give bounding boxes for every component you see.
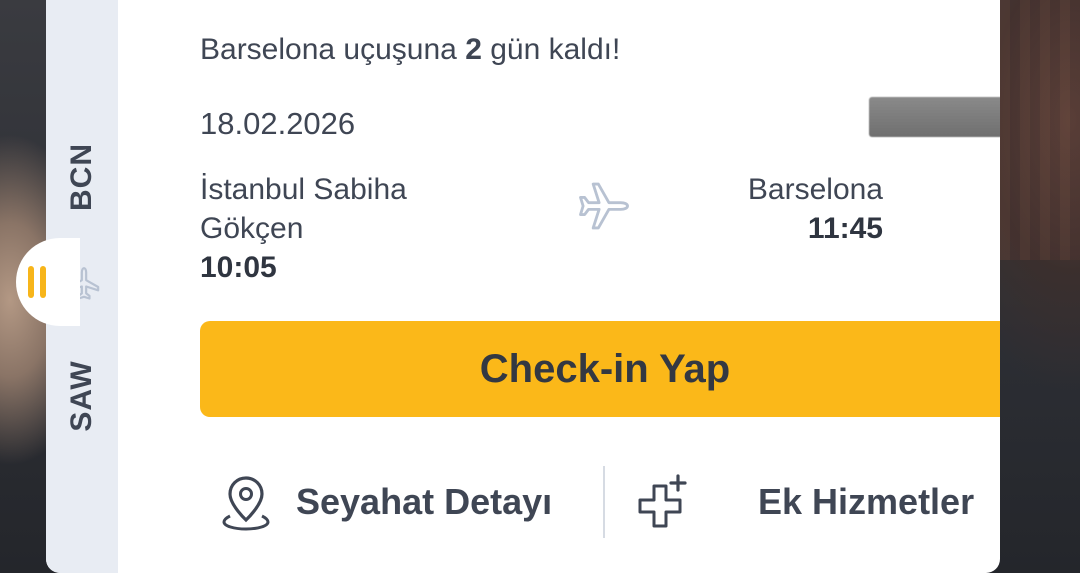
origin-code: SAW <box>65 360 98 432</box>
countdown-suffix: gün kaldı! <box>481 33 621 66</box>
checkin-button[interactable]: Check-in Yap <box>200 321 1000 417</box>
countdown-days: 2 <box>465 33 482 66</box>
flight-date: 18.02.2026 <box>200 106 356 141</box>
background-building <box>1000 0 1080 260</box>
departure-time: 10:05 <box>200 251 277 284</box>
plus-add-icon <box>638 474 687 528</box>
drag-handle-icon[interactable] <box>28 266 48 298</box>
trip-detail-label: Seyahat Detayı <box>296 481 553 522</box>
origin-info: İstanbul Sabiha Gökçen 10:05 <box>200 170 490 287</box>
destination-code: BCN <box>65 143 98 211</box>
action-divider <box>603 466 605 538</box>
flight-card[interactable]: BCN SAW Barselona uçuşuna 2 gün kaldı! 1… <box>46 0 1000 573</box>
destination-info: Barselona 11:45 <box>623 170 883 248</box>
flight-countdown: Barselona uçuşuna 2 gün kaldı! <box>200 33 620 67</box>
destination-name: Barselona <box>747 173 883 206</box>
arrival-time: 11:45 <box>807 212 883 245</box>
location-pin-icon <box>222 476 270 531</box>
extra-services-label: Ek Hizmetler <box>758 481 975 522</box>
origin-name: İstanbul Sabiha Gökçen <box>200 173 407 245</box>
extra-services-button[interactable]: Ek Hizmetler <box>634 462 974 542</box>
trip-detail-button[interactable]: Seyahat Detayı <box>218 462 552 542</box>
redacted-info <box>869 97 1000 137</box>
countdown-prefix: Barselona uçuşuna <box>200 33 466 66</box>
